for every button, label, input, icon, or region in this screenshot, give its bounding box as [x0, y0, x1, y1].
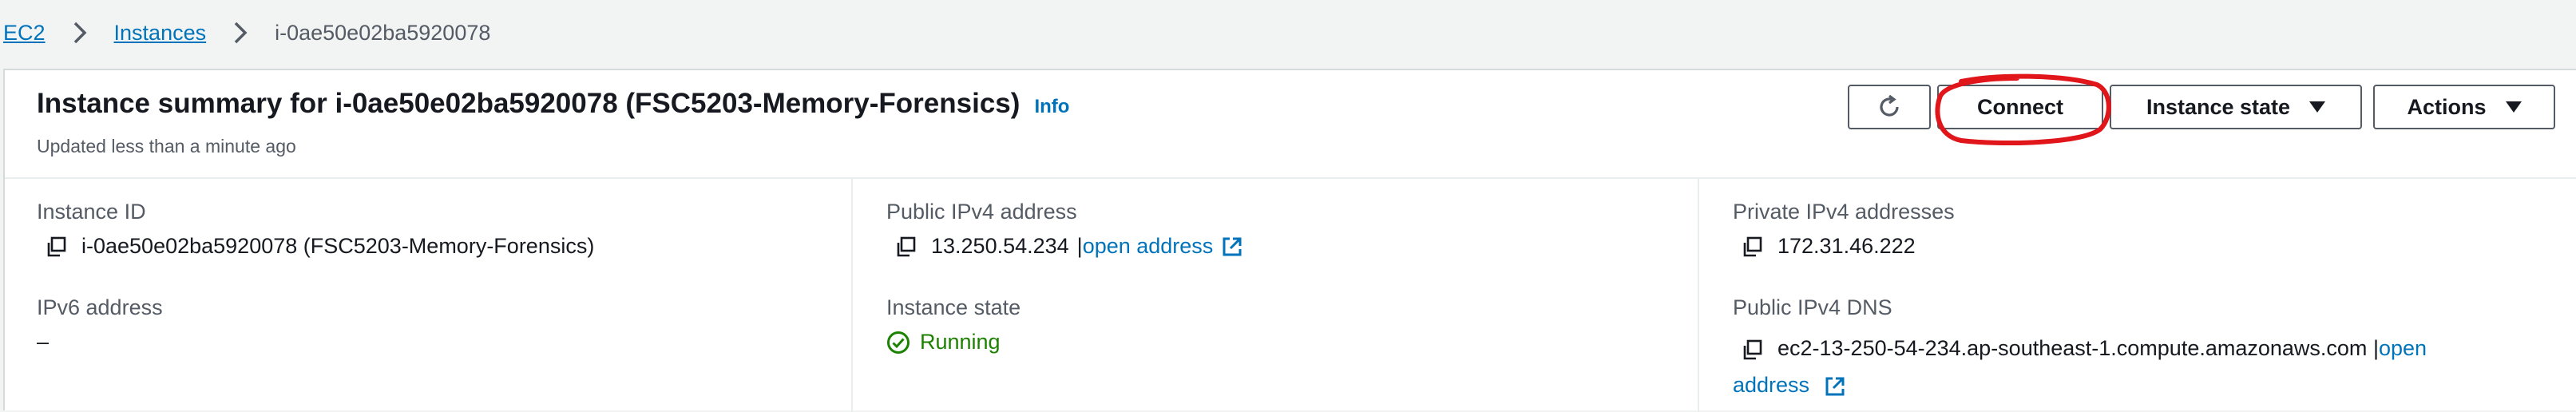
public-ipv4-value-row: 13.250.54.234 | open address [886, 234, 1243, 259]
last-updated-text: Updated less than a minute ago [37, 136, 296, 156]
chevron-right-icon [66, 19, 93, 46]
private-ipv4-value: 172.31.46.222 [1777, 234, 1916, 258]
details-column-1: Instance ID i-0ae50e02ba5920078 (FSC5203… [5, 179, 851, 412]
caret-down-icon [2505, 101, 2522, 113]
private-ipv4-field: Private IPv4 addresses 172.31.46.222 [1733, 200, 1955, 259]
public-dns-field: Public IPv4 DNS ec2-13-250-54-234.ap-sou… [1733, 295, 2563, 403]
open-address-link[interactable]: open address [1083, 234, 1214, 259]
public-dns-open-link-cont[interactable]: address [1733, 373, 1809, 397]
actions-dropdown[interactable]: Actions [2373, 85, 2555, 129]
private-ipv4-value-row: 172.31.46.222 [1733, 234, 1955, 259]
ipv6-value-row: – [37, 330, 163, 355]
instance-state-value-row: Running [886, 330, 1020, 355]
details-column-2: Public IPv4 address 13.250.54.234 | open… [851, 179, 1698, 412]
external-link-icon[interactable] [1824, 375, 1846, 398]
separator: | [2372, 336, 2379, 360]
details-column-3: Private IPv4 addresses 172.31.46.222 Pub… [1698, 179, 2576, 412]
panel-header: Instance summary for i-0ae50e02ba5920078… [5, 70, 2576, 179]
page-title: Instance summary for i-0ae50e02ba5920078… [37, 88, 1020, 119]
ipv6-label: IPv6 address [37, 295, 163, 319]
ipv6-field: IPv6 address – [37, 295, 163, 355]
title-row: Instance summary for i-0ae50e02ba5920078… [37, 88, 1069, 120]
actions-dropdown-label: Actions [2407, 94, 2487, 119]
caret-down-icon [2309, 101, 2326, 113]
instance-id-value: i-0ae50e02ba5920078 (FSC5203-Memory-Fore… [81, 234, 595, 258]
instance-state-field: Instance state Running [886, 295, 1020, 355]
instance-id-label: Instance ID [37, 200, 146, 224]
public-dns-label: Public IPv4 DNS [1733, 295, 1892, 319]
connect-button[interactable]: Connect [1937, 85, 2103, 129]
instance-state-label: Instance state [886, 295, 1021, 319]
public-dns-value: ec2-13-250-54-234.ap-southeast-1.compute… [1777, 336, 2368, 360]
copy-icon[interactable] [894, 236, 917, 258]
public-dns-value-block: ec2-13-250-54-234.ap-southeast-1.compute… [1733, 330, 2563, 403]
instance-id-value-row: i-0ae50e02ba5920078 (FSC5203-Memory-Fore… [37, 234, 594, 259]
ipv6-value: – [37, 330, 50, 354]
copy-icon[interactable] [1741, 236, 1763, 258]
public-dns-open-link[interactable]: open [2379, 336, 2427, 360]
instance-state-dropdown[interactable]: Instance state [2110, 85, 2362, 129]
breadcrumb: EC2 Instances i-0ae50e02ba5920078 [0, 0, 2576, 65]
connect-button-label: Connect [1977, 94, 2063, 119]
instance-state-dropdown-label: Instance state [2146, 94, 2291, 119]
external-link-icon[interactable] [1221, 236, 1243, 258]
private-ipv4-label: Private IPv4 addresses [1733, 200, 1955, 224]
separator: | [1076, 234, 1083, 258]
breadcrumb-current: i-0ae50e02ba5920078 [275, 20, 491, 45]
info-link[interactable]: Info [1034, 96, 1069, 118]
breadcrumb-link-instances[interactable]: Instances [114, 21, 207, 46]
breadcrumb-link-ec2[interactable]: EC2 [3, 21, 46, 46]
refresh-icon [1880, 94, 1899, 117]
instance-id-field: Instance ID i-0ae50e02ba5920078 (FSC5203… [37, 200, 594, 259]
instance-state-value: Running [920, 330, 1001, 354]
chevron-right-icon [227, 19, 254, 46]
public-ipv4-field: Public IPv4 address 13.250.54.234 | open… [886, 200, 1243, 259]
instance-summary-panel: Instance summary for i-0ae50e02ba5920078… [3, 69, 2576, 412]
public-ipv4-value: 13.250.54.234 [931, 234, 1069, 258]
public-ipv4-label: Public IPv4 address [886, 200, 1077, 224]
copy-icon[interactable] [1741, 339, 1763, 361]
check-circle-icon [887, 331, 910, 354]
refresh-button[interactable] [1848, 85, 1931, 129]
copy-icon[interactable] [45, 236, 67, 258]
